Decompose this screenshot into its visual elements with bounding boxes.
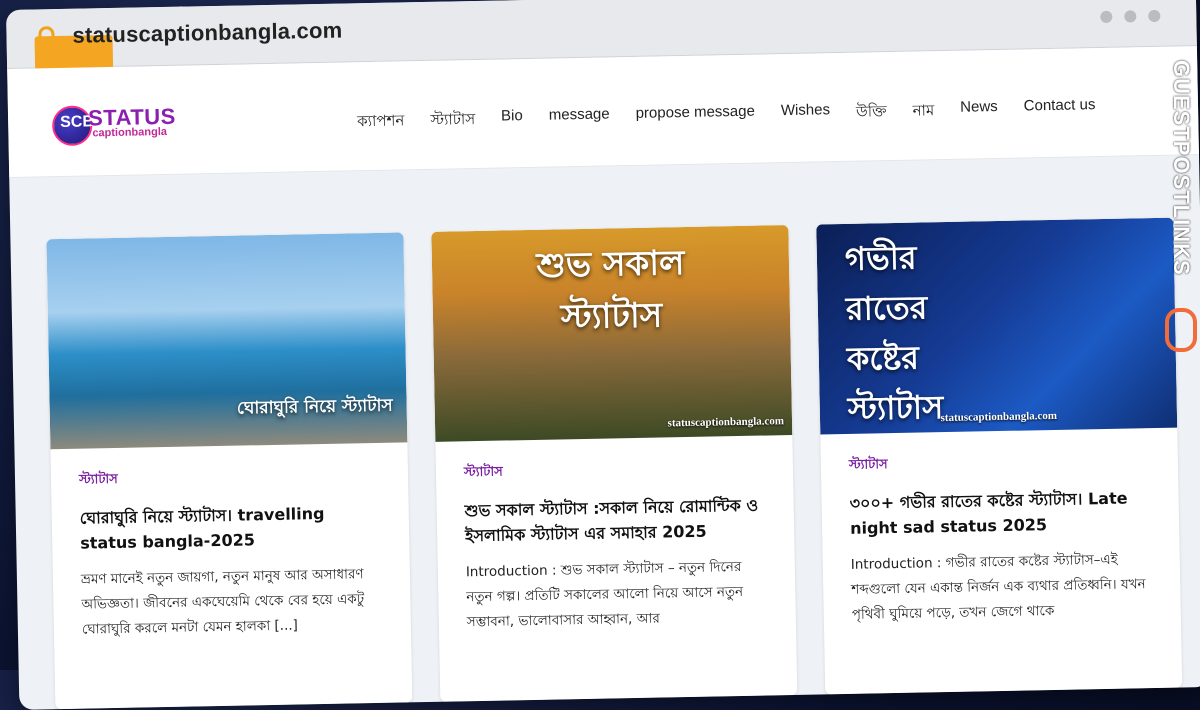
- post-category[interactable]: স্ট্যাটাস: [849, 450, 1150, 477]
- logo-mark: SCB: [51, 105, 94, 147]
- post-excerpt: ভ্রমণ মানেই নতুন জায়গা, নতুন মানুষ আর অ…: [80, 566, 365, 638]
- post-excerpt: Introduction : গভীর রাতের কষ্টের স্ট্যাট…: [850, 551, 1146, 623]
- post-thumbnail[interactable]: ঘোরাঘুরি নিয়ে স্ট্যাটাস: [46, 232, 408, 450]
- watermark: GUESTPOSTLINKS: [1162, 60, 1197, 360]
- post-card[interactable]: গভীর রাতের কষ্টের স্ট্যাটাস statuscaptio…: [816, 217, 1183, 695]
- nav-item-names[interactable]: নাম: [899, 99, 947, 125]
- site-logo[interactable]: SCB STATUS captionbangla: [51, 104, 176, 147]
- window-dot-icon[interactable]: [1100, 10, 1113, 23]
- site-header: SCB STATUS captionbangla ক্যাপশন স্ট্যাট…: [7, 46, 1200, 178]
- nav-item-caption[interactable]: ক্যাপশন: [344, 109, 418, 135]
- post-card[interactable]: শুভ সকাল স্ট্যাটাস statuscaptionbangla.c…: [431, 225, 798, 702]
- nav-item-message[interactable]: message: [536, 105, 623, 132]
- post-thumbnail[interactable]: গভীর রাতের কষ্টের স্ট্যাটাস statuscaptio…: [816, 217, 1178, 435]
- link-icon: [1165, 308, 1197, 352]
- post-title[interactable]: ৩০০+ গভীর রাতের কষ্টের স্ট্যাটাস। Late n…: [849, 485, 1151, 541]
- main-nav: ক্যাপশন স্ট্যাটাস Bio message propose me…: [344, 96, 1109, 136]
- post-title[interactable]: ঘোরাঘুরি নিয়ে স্ট্যাটাস। travelling sta…: [80, 500, 382, 556]
- nav-item-wishes[interactable]: Wishes: [768, 101, 844, 127]
- browser-window: statuscaptionbangla.com SCB STATUS capti…: [6, 0, 1200, 710]
- thumbnail-caption: গভীর রাতের কষ্টের স্ট্যাটাস: [844, 238, 944, 428]
- nav-item-status[interactable]: স্ট্যাটাস: [417, 108, 488, 134]
- thumbnail-caption: ঘোরাঘুরি নিয়ে স্ট্যাটাস: [236, 395, 393, 419]
- lock-icon: [34, 26, 114, 74]
- window-controls: [1100, 9, 1161, 23]
- post-title[interactable]: শুভ সকাল স্ট্যাটাস :সকাল নিয়ে রোমান্টিক…: [464, 493, 766, 549]
- nav-item-news[interactable]: News: [947, 98, 1011, 124]
- thumbnail-site: statuscaptionbangla.com: [667, 415, 785, 430]
- url-text[interactable]: statuscaptionbangla.com: [72, 18, 342, 49]
- post-grid: ঘোরাঘুরি নিয়ে স্ট্যাটাস স্ট্যাটাস ঘোরাঘ…: [46, 217, 1183, 710]
- nav-item-quotes[interactable]: উক্তি: [843, 100, 900, 126]
- window-dot-icon[interactable]: [1148, 9, 1161, 23]
- post-excerpt: Introduction : শুভ সকাল স্ট্যাটাস – নতুন…: [465, 558, 744, 631]
- post-category[interactable]: স্ট্যাটাস: [464, 458, 765, 485]
- window-dot-icon[interactable]: [1124, 10, 1137, 23]
- thumbnail-site: statuscaptionbangla.com: [940, 409, 1058, 425]
- nav-item-propose-message[interactable]: propose message: [622, 102, 768, 130]
- logo-subtext: captionbangla: [92, 125, 168, 140]
- thumbnail-caption: শুভ সকাল স্ট্যাটাস: [536, 243, 685, 338]
- nav-item-bio[interactable]: Bio: [488, 107, 536, 133]
- post-thumbnail[interactable]: শুভ সকাল স্ট্যাটাস statuscaptionbangla.c…: [431, 225, 793, 442]
- nav-item-contact[interactable]: Contact us: [1011, 96, 1109, 123]
- post-category[interactable]: স্ট্যাটাস: [79, 465, 380, 492]
- post-card[interactable]: ঘোরাঘুরি নিয়ে স্ট্যাটাস স্ট্যাটাস ঘোরাঘ…: [46, 232, 413, 710]
